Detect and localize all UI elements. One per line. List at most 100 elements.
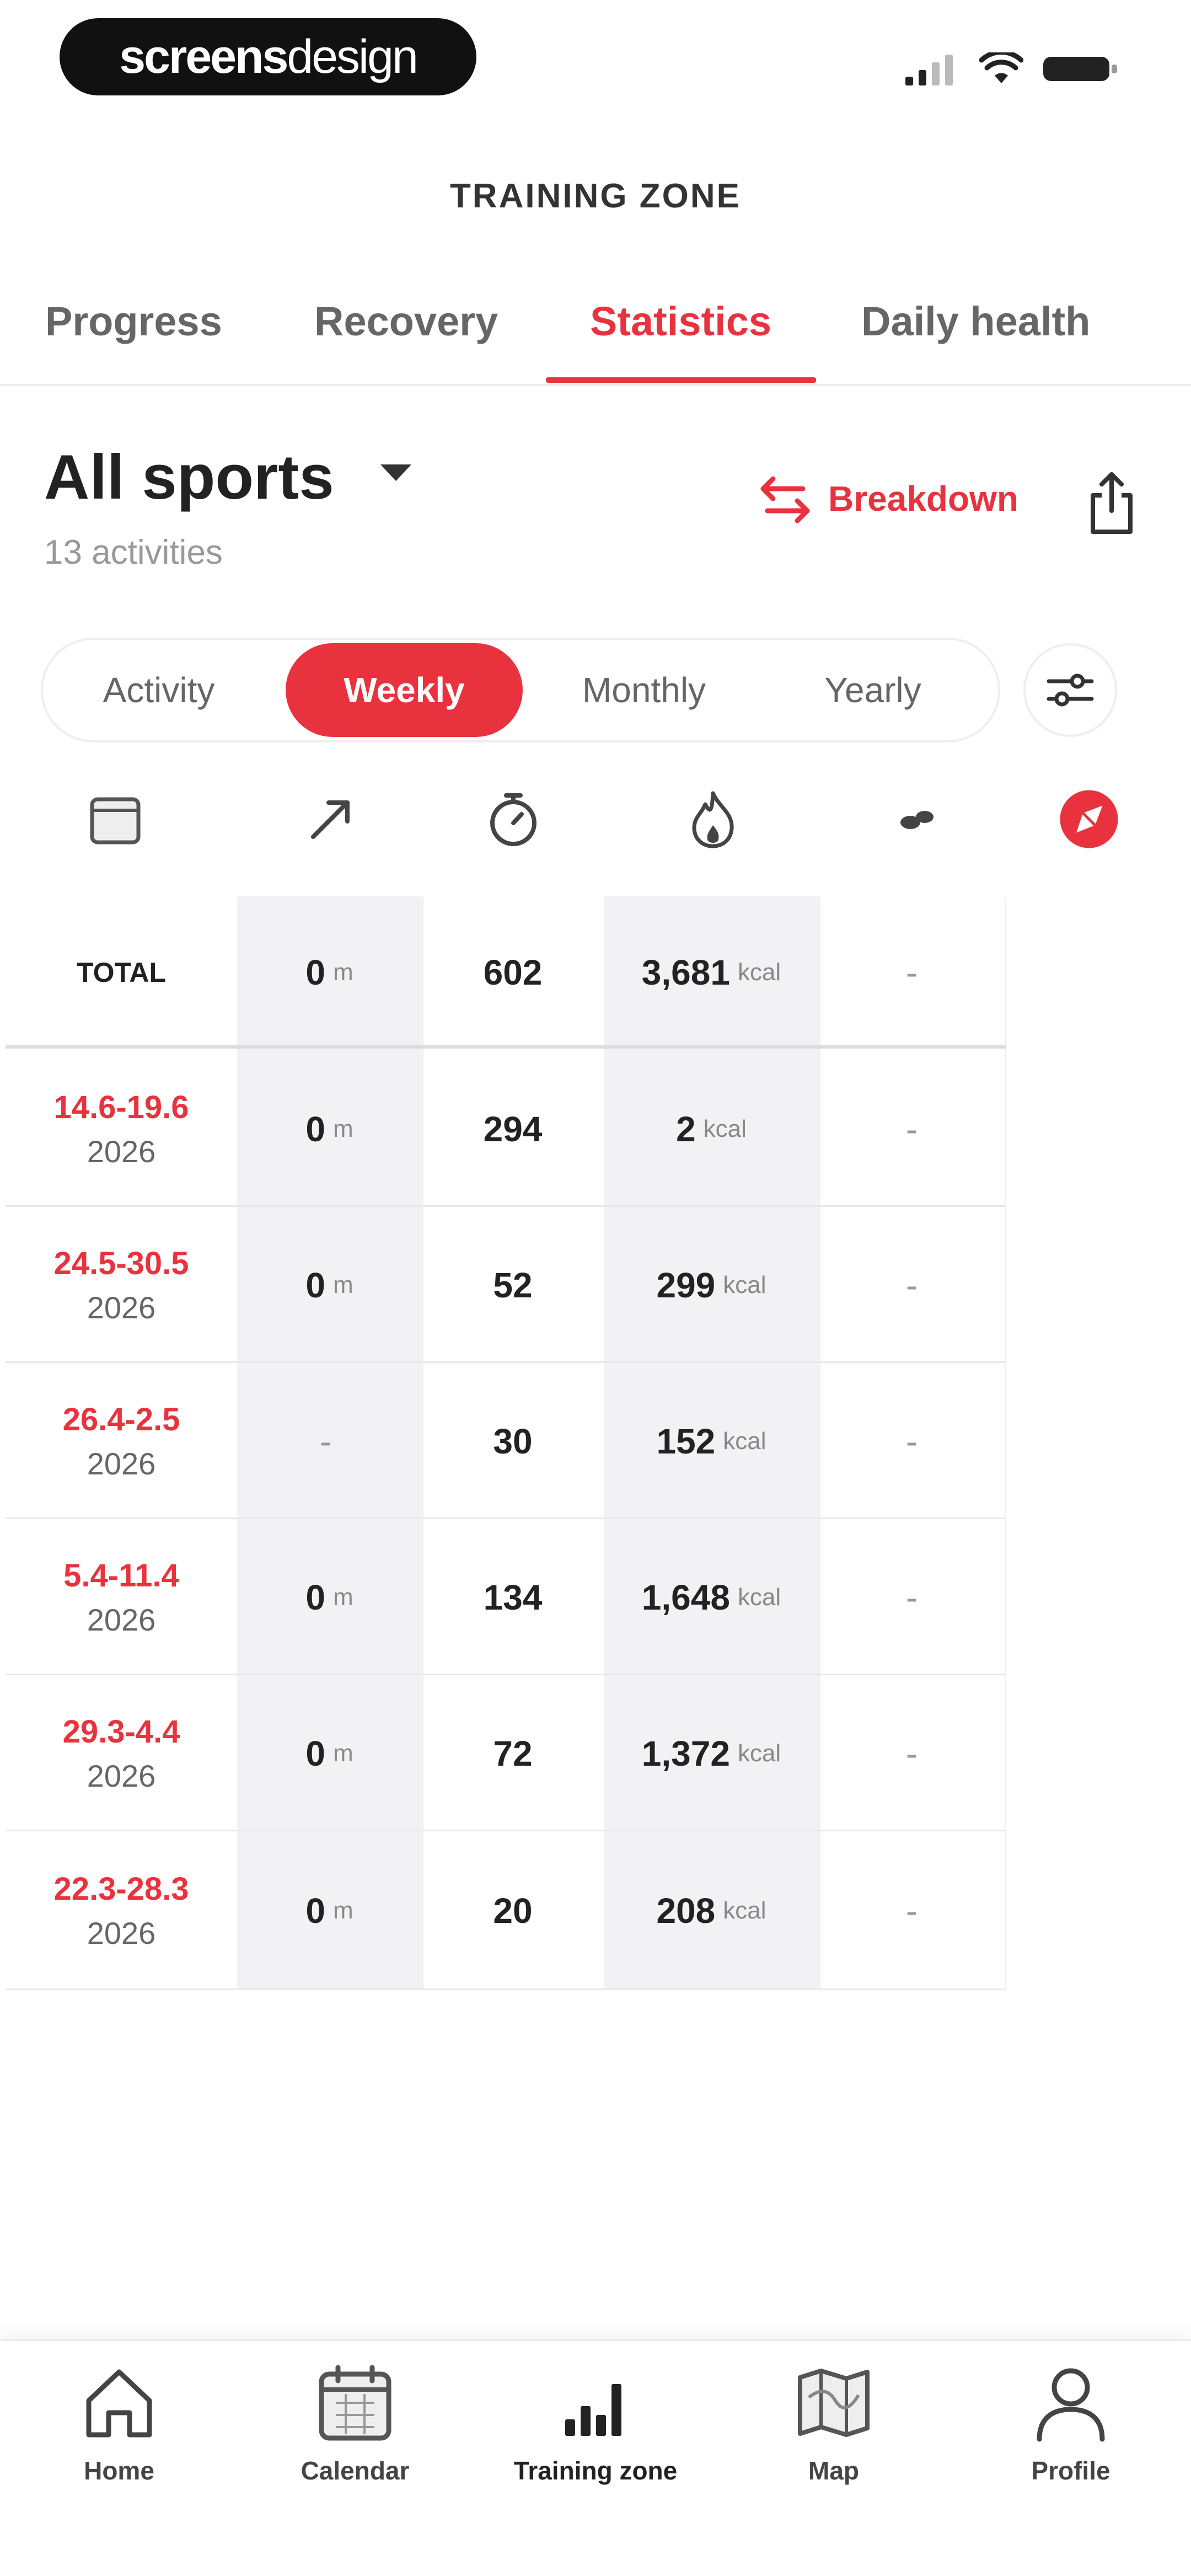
sport-selector[interactable]: All sports bbox=[44, 441, 334, 514]
calories-unit: kcal bbox=[723, 1427, 766, 1455]
segment-activity[interactable]: Activity bbox=[65, 640, 253, 740]
table-row[interactable]: 5.4-11.4 2026 0m 134 1,648 kcal - bbox=[6, 1519, 1006, 1675]
breakdown-button[interactable]: Breakdown bbox=[759, 472, 1018, 525]
brand-bold: screens bbox=[119, 30, 288, 83]
total-calories-unit: kcal bbox=[737, 958, 781, 986]
date-year: 2026 bbox=[87, 1290, 156, 1325]
total-distance: 0m bbox=[237, 896, 422, 1048]
nav-calendar-label: Calendar bbox=[301, 2456, 410, 2485]
calories-value: 2 bbox=[676, 1109, 696, 1149]
distance-value: 0 bbox=[305, 1109, 325, 1149]
duration-cell: 30 bbox=[493, 1421, 533, 1461]
distance-cell: 0m bbox=[237, 1207, 422, 1363]
calories-value: 1,648 bbox=[641, 1577, 730, 1617]
distance-value: 0 bbox=[305, 1733, 325, 1773]
nav-home[interactable]: Home bbox=[36, 2362, 202, 2486]
total-label: TOTAL bbox=[76, 956, 166, 988]
segment-weekly[interactable]: Weekly bbox=[286, 643, 523, 737]
battery-icon bbox=[1043, 57, 1117, 81]
distance-unit: m bbox=[332, 1739, 353, 1767]
tab-progress[interactable]: Progress bbox=[45, 298, 222, 345]
date-range: 24.5-30.5 bbox=[53, 1245, 189, 1281]
distance-cell: 0m bbox=[237, 1519, 422, 1675]
active-tab-indicator bbox=[546, 377, 816, 383]
date-range-cell: 5.4-11.4 2026 bbox=[6, 1519, 237, 1675]
duration-cell: 52 bbox=[493, 1265, 533, 1305]
date-range: 22.3-28.3 bbox=[53, 1871, 189, 1907]
date-range-cell: 22.3-28.3 2026 bbox=[6, 1831, 237, 1990]
duration-cell: 20 bbox=[493, 1891, 533, 1931]
flame-icon bbox=[683, 789, 743, 849]
tab-statistics[interactable]: Statistics bbox=[590, 298, 771, 345]
tab-daily-health[interactable]: Daily health bbox=[861, 298, 1090, 345]
status-icons bbox=[905, 50, 1119, 88]
tab-recovery[interactable]: Recovery bbox=[314, 298, 498, 345]
calories-unit: kcal bbox=[723, 1897, 766, 1924]
nav-profile-label: Profile bbox=[1031, 2456, 1110, 2485]
distance-unit: m bbox=[332, 1271, 353, 1298]
bottom-navigation: Home Calendar Training zone Map Profile bbox=[0, 2339, 1191, 2576]
date-range-cell: 29.3-4.4 2026 bbox=[6, 1675, 237, 1831]
table-row[interactable]: 29.3-4.4 2026 0m 72 1,372 kcal - bbox=[6, 1675, 1006, 1831]
distance-cell: - bbox=[237, 1363, 422, 1519]
calories-value: 299 bbox=[656, 1265, 716, 1305]
swap-arrows-icon bbox=[760, 476, 810, 523]
calories-cell: 1,372 kcal bbox=[604, 1675, 819, 1831]
total-divider bbox=[6, 1045, 1006, 1049]
calories-value: 152 bbox=[656, 1421, 716, 1461]
nav-calendar[interactable]: Calendar bbox=[272, 2362, 438, 2486]
calories-unit: kcal bbox=[737, 1739, 781, 1767]
signal-icon bbox=[905, 55, 953, 85]
sliders-icon bbox=[1047, 674, 1094, 707]
table-row[interactable]: 22.3-28.3 2026 0m 20 208 kcal - bbox=[6, 1831, 1006, 1990]
total-distance-value: 0 bbox=[305, 952, 325, 992]
table-row[interactable]: 14.6-19.6 2026 0m 294 2 kcal - bbox=[6, 1051, 1006, 1207]
compass-icon[interactable] bbox=[1059, 789, 1119, 849]
segment-yearly[interactable]: Yearly bbox=[776, 640, 969, 740]
distance-arrow-icon bbox=[301, 789, 361, 849]
nav-training-zone-label: Training zone bbox=[513, 2456, 678, 2485]
period-segmented-control: Activity Weekly Monthly Yearly bbox=[41, 638, 1000, 742]
nav-map-label: Map bbox=[808, 2456, 859, 2485]
date-year: 2026 bbox=[87, 1446, 156, 1481]
calories-cell: 152 kcal bbox=[604, 1363, 819, 1519]
distance-cell: 0m bbox=[237, 1051, 422, 1207]
share-icon[interactable] bbox=[1084, 470, 1139, 536]
total-duration: 602 bbox=[483, 952, 543, 992]
table-row[interactable]: 24.5-30.5 2026 0m 52 299 kcal - bbox=[6, 1207, 1006, 1363]
distance-unit: m bbox=[332, 1583, 353, 1611]
row-divider bbox=[6, 1989, 1006, 1990]
activities-count: 13 activities bbox=[44, 533, 223, 571]
breakdown-label: Breakdown bbox=[828, 479, 1018, 519]
date-range-cell: 26.4-2.5 2026 bbox=[6, 1363, 237, 1519]
date-year: 2026 bbox=[87, 1758, 156, 1793]
calories-cell: 208 kcal bbox=[604, 1831, 819, 1990]
total-distance-unit: m bbox=[332, 958, 353, 986]
nav-training-zone[interactable]: Training zone bbox=[513, 2362, 678, 2486]
extra-cell: - bbox=[905, 1891, 918, 1931]
calories-cell: 2 kcal bbox=[604, 1051, 819, 1207]
calories-value: 208 bbox=[656, 1891, 716, 1931]
brand-light: design bbox=[287, 30, 418, 83]
caret-down-icon[interactable] bbox=[380, 464, 411, 481]
calendar-icon bbox=[85, 789, 146, 849]
nav-map[interactable]: Map bbox=[751, 2362, 916, 2486]
distance-value: - bbox=[319, 1421, 332, 1461]
footsteps-icon bbox=[886, 789, 946, 849]
distance-unit: m bbox=[332, 1115, 353, 1142]
filter-settings-button[interactable] bbox=[1023, 643, 1117, 737]
table-row[interactable]: 26.4-2.5 2026 - 30 152 kcal - bbox=[6, 1363, 1006, 1519]
calories-value: 1,372 bbox=[641, 1733, 730, 1773]
extra-cell: - bbox=[905, 1733, 918, 1773]
distance-value: 0 bbox=[305, 1265, 325, 1305]
nav-profile[interactable]: Profile bbox=[988, 2362, 1154, 2486]
total-extra: - bbox=[905, 952, 918, 992]
extra-cell: - bbox=[905, 1109, 918, 1149]
date-year: 2026 bbox=[87, 1602, 156, 1637]
bar-chart-icon bbox=[565, 2384, 621, 2436]
segment-monthly[interactable]: Monthly bbox=[539, 640, 749, 740]
distance-value: 0 bbox=[305, 1891, 325, 1931]
extra-cell: - bbox=[905, 1265, 918, 1305]
extra-cell: - bbox=[905, 1577, 918, 1617]
wifi-icon bbox=[979, 52, 1023, 83]
